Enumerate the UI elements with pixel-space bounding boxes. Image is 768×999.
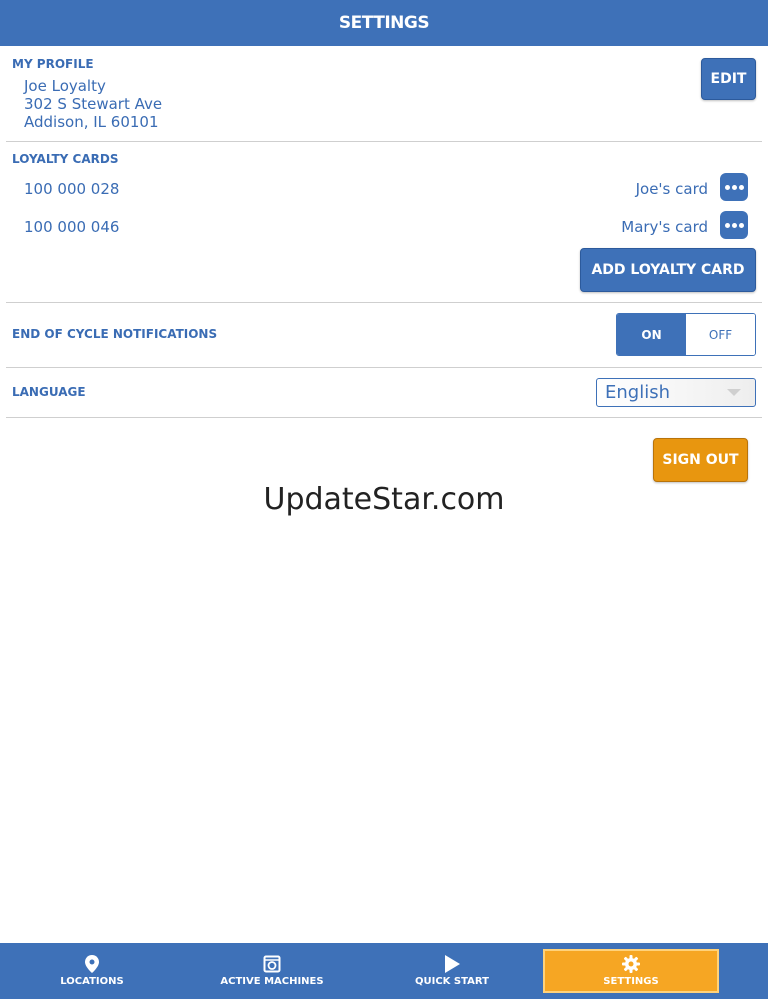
- map-pin-icon: [85, 955, 99, 973]
- app-header: SETTINGS: [0, 0, 768, 46]
- profile-section-title: MY PROFILE: [12, 57, 94, 71]
- toggle-off-option[interactable]: OFF: [686, 314, 755, 355]
- divider: [6, 367, 762, 368]
- play-icon: [445, 955, 460, 973]
- language-selected-value: English: [605, 382, 670, 403]
- toggle-on-option[interactable]: ON: [617, 314, 686, 355]
- more-icon: [724, 184, 745, 190]
- loyalty-card-number: 100 000 046: [24, 218, 120, 236]
- divider: [6, 141, 762, 142]
- tab-label: QUICK START: [415, 976, 489, 987]
- watermark-text: UpdateStar.com: [263, 482, 505, 517]
- tab-locations[interactable]: LOCATIONS: [2, 943, 182, 999]
- tab-label: LOCATIONS: [60, 976, 124, 987]
- divider: [6, 302, 762, 303]
- tab-settings[interactable]: SETTINGS: [543, 949, 719, 993]
- loyalty-card-number: 100 000 028: [24, 180, 120, 198]
- tab-active-machines[interactable]: ACTIVE MACHINES: [182, 943, 362, 999]
- card-options-button[interactable]: [720, 173, 748, 201]
- gear-icon: [622, 955, 640, 973]
- card-options-button[interactable]: [720, 211, 748, 239]
- sign-out-button[interactable]: SIGN OUT: [653, 438, 748, 482]
- tab-label: ACTIVE MACHINES: [220, 976, 324, 987]
- language-select[interactable]: English: [596, 378, 756, 407]
- more-icon: [724, 222, 745, 228]
- page-title: SETTINGS: [338, 13, 430, 33]
- add-loyalty-card-button[interactable]: ADD LOYALTY CARD: [580, 248, 756, 292]
- loyalty-card-label: Mary's card: [621, 218, 708, 236]
- profile-address-line1: 302 S Stewart Ave: [24, 95, 163, 113]
- loyalty-card-label: Joe's card: [635, 180, 708, 198]
- tab-label: SETTINGS: [603, 976, 659, 987]
- bottom-tab-bar: LOCATIONS ACTIVE MACHINES QUICK START SE…: [0, 943, 768, 999]
- chevron-down-icon: [727, 389, 741, 396]
- edit-profile-button[interactable]: EDIT: [701, 58, 756, 100]
- divider: [6, 417, 762, 418]
- language-label: LANGUAGE: [12, 385, 86, 399]
- tab-quick-start[interactable]: QUICK START: [362, 943, 542, 999]
- notifications-toggle: ON OFF: [616, 313, 756, 356]
- washer-icon: [263, 955, 281, 973]
- profile-address-line2: Addison, IL 60101: [24, 113, 159, 131]
- notifications-label: END OF CYCLE NOTIFICATIONS: [12, 327, 218, 341]
- loyalty-section-title: LOYALTY CARDS: [12, 152, 119, 166]
- profile-name: Joe Loyalty: [24, 77, 106, 95]
